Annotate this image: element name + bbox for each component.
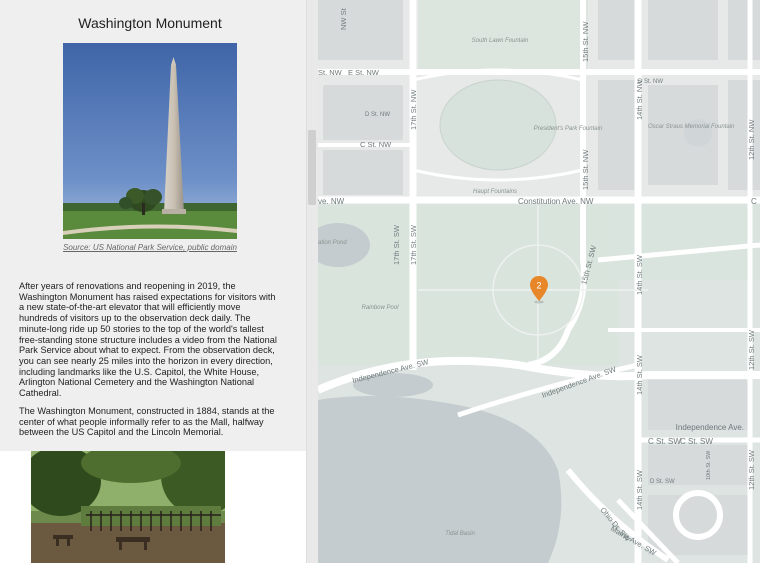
street-label: C St. SW <box>648 437 681 446</box>
place-label: Oscar Straus Memorial Fountain <box>648 124 735 130</box>
street-label: Independence Ave. <box>676 423 744 432</box>
street-label: NW St <box>339 7 348 30</box>
place-label: Tidal Basin <box>445 531 475 537</box>
place-label: ation Pond <box>318 240 347 246</box>
street-label: E St. NW <box>348 68 380 77</box>
place-label: Haupt Fountains <box>473 189 517 195</box>
place-label: President's Park Fountain <box>534 126 603 132</box>
street-label: 14th St. SW <box>635 354 644 395</box>
place-label: South Lawn Fountain <box>472 38 529 44</box>
description-paragraph: After years of renovations and reopening… <box>19 281 277 399</box>
street-label: 15th St. NW <box>581 149 590 190</box>
garden-photo <box>31 451 225 563</box>
resize-handle[interactable] <box>308 130 316 205</box>
street-label: 12th St. NW <box>747 119 756 160</box>
street-label: D St. SW <box>650 479 675 485</box>
marker-label: 2 <box>536 281 541 291</box>
street-label: 14th St. NW <box>635 79 644 120</box>
street-label: 17th St. SW <box>392 224 401 265</box>
place-label: Rainbow Pool <box>361 305 399 311</box>
street-label: D St. NW <box>365 112 390 118</box>
street-label: 12th St. SW <box>747 449 756 490</box>
street-label: St. NW <box>318 68 343 77</box>
street-label: 17th St. SW <box>409 224 418 265</box>
street-label: 14th St. SW <box>635 469 644 510</box>
street-label: C <box>751 197 757 206</box>
street-label: 10th St. SW <box>706 450 712 480</box>
street-label: Constitution Ave. NW <box>518 197 594 206</box>
street-label: C St. NW <box>360 140 392 149</box>
monument-photo <box>63 43 237 239</box>
street-label: 15th St. NW <box>581 21 590 62</box>
street-label: 17th St. NW <box>409 89 418 130</box>
street-label: ve. NW <box>318 197 345 206</box>
photo-container <box>0 451 306 563</box>
map-marker-pin[interactable]: 2 <box>529 275 549 305</box>
image-caption[interactable]: Source: US National Park Service, public… <box>0 243 300 252</box>
street-label: 14th St. SW <box>635 254 644 295</box>
street-label: C St. SW <box>680 437 713 446</box>
map-view[interactable]: St. NW E St. NW D St. NW C St. NW Consti… <box>318 0 760 563</box>
street-label: 12th St. SW <box>747 329 756 370</box>
description-paragraph: The Washington Monument, constructed in … <box>19 406 275 438</box>
info-panel: Washington Monument Source: US National … <box>0 0 307 563</box>
panel-title: Washington Monument <box>78 15 222 31</box>
